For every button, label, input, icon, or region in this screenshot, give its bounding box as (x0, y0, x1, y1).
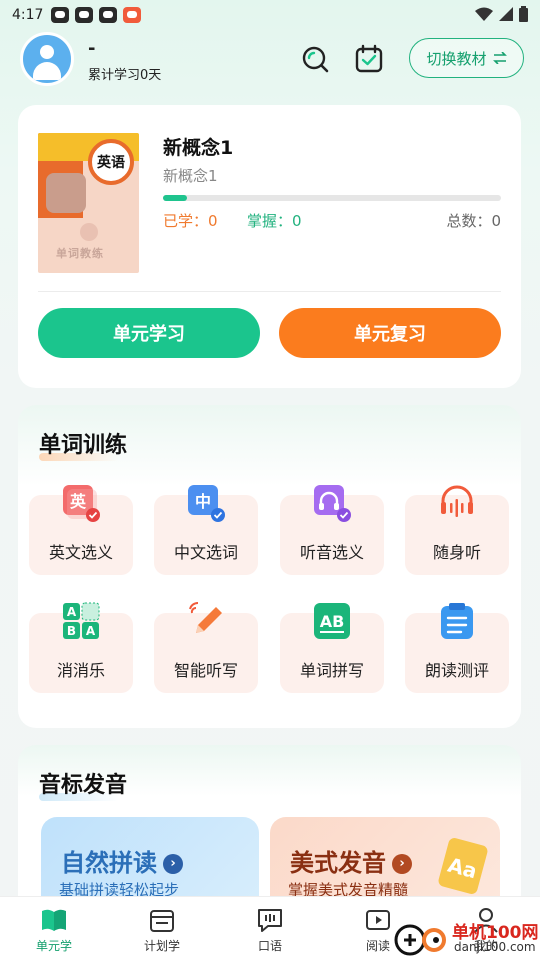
divider (38, 291, 501, 292)
cover-badge: 英语 (88, 139, 134, 185)
unit-review-button[interactable]: 单元复习 (279, 308, 501, 358)
headphone-card-icon (314, 485, 351, 522)
chevron-right-icon: › (392, 854, 412, 874)
wifi-icon (475, 7, 493, 21)
clipboard-icon (441, 603, 473, 639)
total-count: 总数：0 (446, 212, 501, 230)
book-cover[interactable]: 英语 单词教练 (38, 133, 139, 273)
zhong-card-icon: 中 (188, 485, 225, 522)
abba-grid-icon: A B A (63, 602, 100, 639)
avatar[interactable] (20, 32, 74, 86)
tile-label: 听音选义 (299, 543, 364, 562)
user-name: - (88, 38, 96, 59)
svg-text:A: A (67, 605, 77, 619)
status-time: 4:17 (12, 7, 44, 23)
tile-listen-choice[interactable]: 听音选义 (280, 485, 384, 575)
tile-label: 智能听写 (173, 661, 238, 680)
notification-app-icon (99, 7, 118, 23)
notification-app-icon (51, 7, 70, 23)
section-title: 单词训练 (39, 427, 128, 461)
tab-label: 单元学 (35, 939, 72, 953)
status-bar: 4:17 (0, 0, 540, 30)
ying-card-icon: 英 (63, 485, 100, 522)
open-book-icon (42, 909, 66, 931)
system-icons (475, 6, 528, 22)
switch-textbook-button[interactable]: 切换教材 (409, 38, 524, 78)
pencil-icon (189, 602, 222, 633)
tile-chinese-choice[interactable]: 中 中文选词 (154, 485, 258, 575)
tile-label: 消消乐 (56, 661, 105, 680)
study-days-text: 累计学习0天 (88, 68, 162, 83)
svg-text:B: B (67, 624, 76, 638)
book-subtitle: 新概念1 (163, 167, 218, 185)
phonetics-title: 音标发音 (39, 773, 128, 798)
tile-reading-assessment[interactable]: 朗读测评 (405, 603, 509, 693)
calendar-check-icon[interactable] (354, 44, 384, 74)
aa-book-icon: Aa (438, 838, 488, 894)
tile-label: 随身听 (432, 543, 481, 562)
tab-unit-study[interactable]: 单元学 (0, 897, 108, 960)
cover-logo-icon (80, 223, 98, 241)
tab-speaking[interactable]: 口语 (216, 897, 324, 960)
notification-health-icon (123, 7, 142, 23)
speech-bubble-icon (258, 909, 282, 932)
svg-text:AB: AB (320, 612, 345, 631)
tile-label: 单词拼写 (299, 661, 364, 680)
phonics-title-text: 自然拼读 (61, 849, 157, 877)
search-icon[interactable] (300, 44, 330, 74)
ab-board-icon: AB (314, 603, 350, 639)
phonics-title: 自然拼读 › (61, 843, 183, 878)
tile-portable-listen[interactable]: 随身听 (405, 485, 509, 575)
watermark: 单机100网 danji100.com (392, 916, 540, 960)
battery-icon (519, 6, 528, 22)
tab-label: 计划学 (143, 939, 180, 953)
video-play-icon (366, 910, 390, 930)
american-title-text: 美式发音 (290, 849, 386, 877)
section-title: 音标发音 (39, 767, 128, 801)
tile-word-spelling[interactable]: AB 单词拼写 (280, 603, 384, 693)
header: - 累计学习0天 切换教材 (0, 30, 540, 90)
book-title: 新概念1 (163, 137, 234, 159)
phonetics-section: 音标发音 自然拼读 › 基础拼读轻松起步 美式发音 › 掌握美式发音精髓 Aa (18, 745, 521, 917)
watermark-url: danji100.com (454, 940, 536, 954)
tab-label: 口语 (257, 939, 282, 953)
tab-plan-study[interactable]: 计划学 (108, 897, 216, 960)
avatar-head (40, 45, 54, 59)
tile-label: 朗读测评 (424, 661, 489, 680)
tile-label: 英文选义 (48, 543, 113, 562)
chevron-right-icon: › (163, 854, 183, 874)
svg-text:英: 英 (69, 492, 87, 511)
signal-icon (499, 7, 513, 21)
word-training-title: 单词训练 (39, 433, 128, 458)
notification-app-icon (75, 7, 94, 23)
svg-text:中: 中 (195, 492, 211, 511)
tile-label: 中文选词 (173, 543, 238, 562)
tile-smart-dictation[interactable]: 智能听写 (154, 602, 258, 693)
avatar-body (33, 62, 61, 80)
cover-shape (46, 173, 86, 213)
sound-wave-icon (441, 485, 473, 517)
american-title: 美式发音 › (290, 843, 412, 878)
study-progress-fill (163, 195, 187, 201)
tile-match-game[interactable]: A B A 消消乐 (29, 602, 133, 693)
switch-textbook-label: 切换教材 (426, 49, 487, 68)
watermark-logo-icon (394, 924, 446, 956)
study-progress-bar (163, 195, 501, 201)
calendar-plan-icon (150, 910, 174, 932)
textbook-card: 英语 单词教练 新概念1 新概念1 已学：0 掌握：0 总数：0 单元学习 单元… (18, 105, 521, 388)
tile-english-choice[interactable]: 英 英文选义 (29, 485, 133, 575)
svg-text:A: A (86, 624, 96, 638)
cover-title: 单词教练 (56, 247, 104, 260)
unit-study-button[interactable]: 单元学习 (38, 308, 260, 358)
learned-count: 已学：0 (163, 212, 218, 230)
word-training-section: 单词训练 英 英文选义 中 中文选词 听音选义 随身听 A B A 消消乐 智能… (18, 405, 521, 728)
swap-arrows-icon (492, 52, 507, 64)
mastered-count: 掌握：0 (247, 212, 302, 230)
